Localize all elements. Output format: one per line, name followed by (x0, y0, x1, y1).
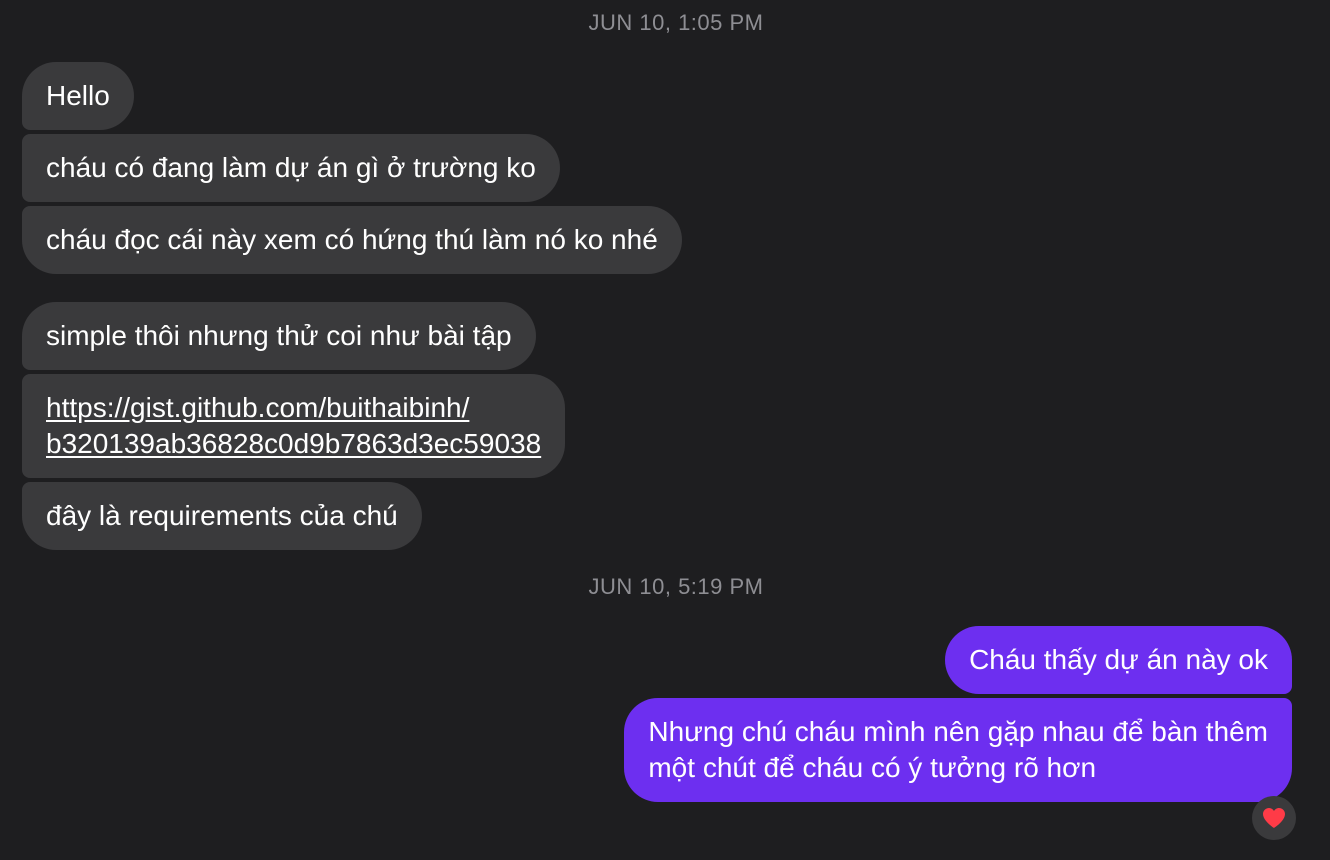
reaction-badge[interactable] (1252, 796, 1296, 840)
timestamp: JUN 10, 1:05 PM (588, 10, 764, 35)
message-text: cháu có đang làm dự án gì ở trường ko (46, 152, 536, 183)
message-bubble-incoming[interactable]: cháu có đang làm dự án gì ở trường ko (22, 134, 560, 202)
timestamp: JUN 10, 5:19 PM (588, 574, 764, 599)
message-text-line-2: một chút để cháu có ý tưởng rõ hơn (648, 752, 1097, 783)
message-bubble-incoming[interactable]: cháu đọc cái này xem có hứng thú làm nó … (22, 206, 682, 274)
message-bubble-outgoing[interactable]: Nhưng chú cháu mình nên gặp nhau để bàn … (624, 698, 1292, 802)
heart-icon (1263, 808, 1285, 828)
message-text: đây là requirements của chú (46, 500, 398, 531)
message-text: cháu đọc cái này xem có hứng thú làm nó … (46, 224, 658, 255)
message-bubble-link[interactable]: https://gist.github.com/buithaibinh/ b32… (22, 374, 566, 478)
message-bubble-incoming[interactable]: Hello (22, 62, 134, 130)
message-text: Hello (46, 80, 110, 111)
message-text: simple thôi nhưng thử coi như bài tập (46, 320, 512, 351)
chat-thread: JUN 10, 1:05 PM Hello cháu có đang làm d… (0, 0, 1330, 860)
gist-link-line-1[interactable]: https://gist.github.com/buithaibinh/ (46, 390, 541, 426)
message-text-line-1: Nhưng chú cháu mình nên gặp nhau để bàn … (648, 716, 1268, 747)
message-bubble-outgoing[interactable]: Cháu thấy dự án này ok (945, 626, 1292, 694)
message-text: Cháu thấy dự án này ok (969, 644, 1268, 675)
message-bubble-incoming[interactable]: đây là requirements của chú (22, 482, 422, 550)
message-bubble-incoming[interactable]: simple thôi nhưng thử coi như bài tập (22, 302, 536, 370)
gist-link-line-2[interactable]: b320139ab36828c0d9b7863d3ec59038 (46, 426, 541, 462)
